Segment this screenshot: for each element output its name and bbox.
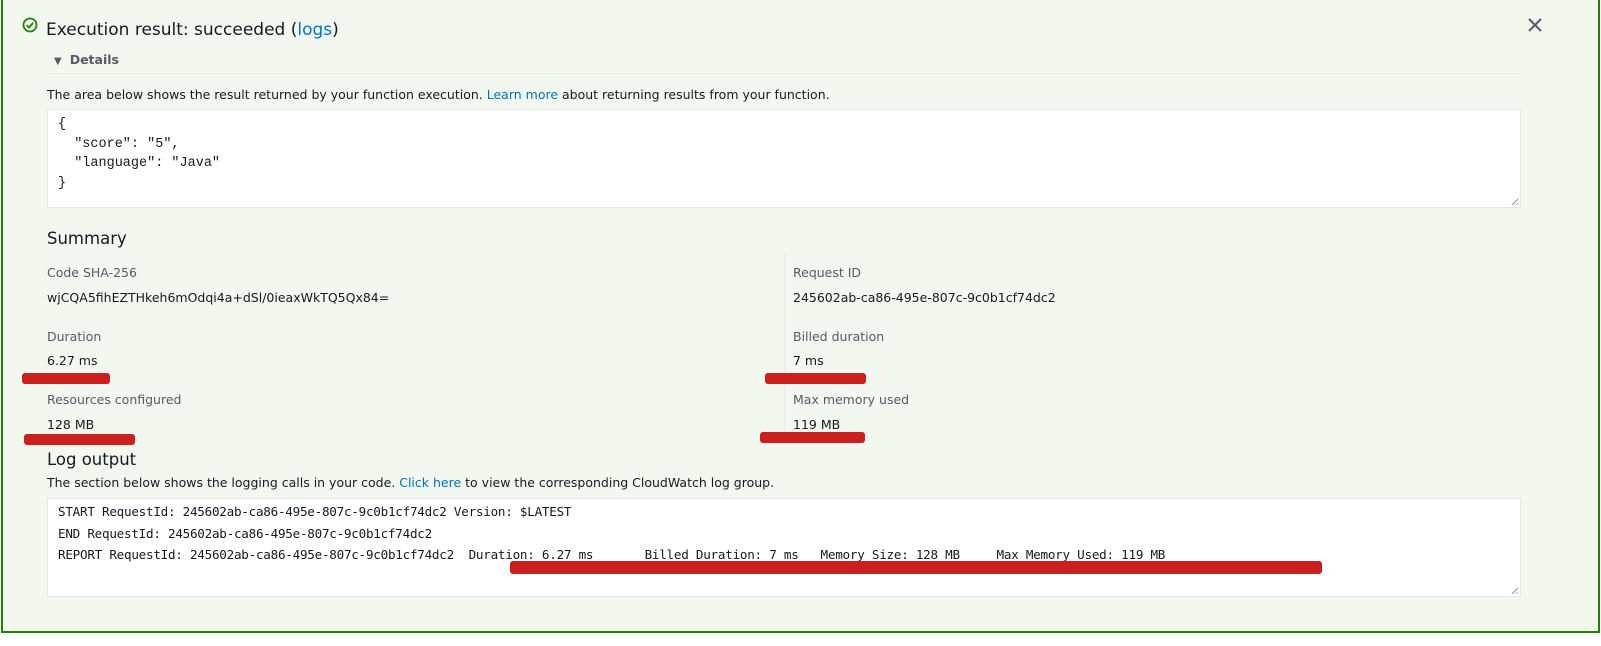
resize-handle-icon[interactable] [1509,196,1518,205]
redaction-mark [510,561,1322,574]
resources-configured-value: 128 MB [47,417,95,432]
max-memory-value: 119 MB [793,417,841,432]
details-toggle[interactable]: ▼ Details [54,52,119,67]
max-memory-label: Max memory used [793,392,910,407]
redaction-mark [765,373,866,384]
log-description: The section below shows the logging call… [47,475,775,490]
result-title: Execution result: succeeded (logs) [46,20,339,40]
duration-label: Duration [47,329,102,344]
redaction-mark [22,373,110,384]
redaction-mark [24,434,135,445]
code-sha-label: Code SHA-256 [47,265,137,280]
billed-duration-value: 7 ms [793,353,824,368]
request-id-label: Request ID [793,265,862,280]
logs-link[interactable]: logs [297,20,332,40]
log-output-heading: Log output [47,450,137,469]
click-here-link[interactable]: Click here [399,475,461,490]
column-divider [784,253,785,443]
billed-duration-label: Billed duration [793,329,885,344]
code-sha-value: wjCQA5fihEZTHkeh6mOdqi4a+dSl/0ieaxWkTQ5Q… [47,290,390,305]
close-icon[interactable] [1524,14,1546,36]
redaction-mark [760,432,865,443]
caret-down-icon: ▼ [54,56,62,67]
check-circle-icon [22,17,38,33]
request-id-value: 245602ab-ca86-495e-807c-9c0b1cf74dc2 [793,290,1056,305]
divider [47,73,1521,74]
result-description: The area below shows the result returned… [47,87,830,102]
resize-handle-icon[interactable] [1509,585,1518,594]
summary-heading: Summary [47,229,127,248]
log-output-textarea[interactable]: START RequestId: 245602ab-ca86-495e-807c… [47,498,1521,597]
resources-configured-label: Resources configured [47,392,182,407]
learn-more-link[interactable]: Learn more [487,87,558,102]
result-textarea[interactable]: { "score": "5", "language": "Java" } [47,109,1521,208]
duration-value: 6.27 ms [47,353,98,368]
